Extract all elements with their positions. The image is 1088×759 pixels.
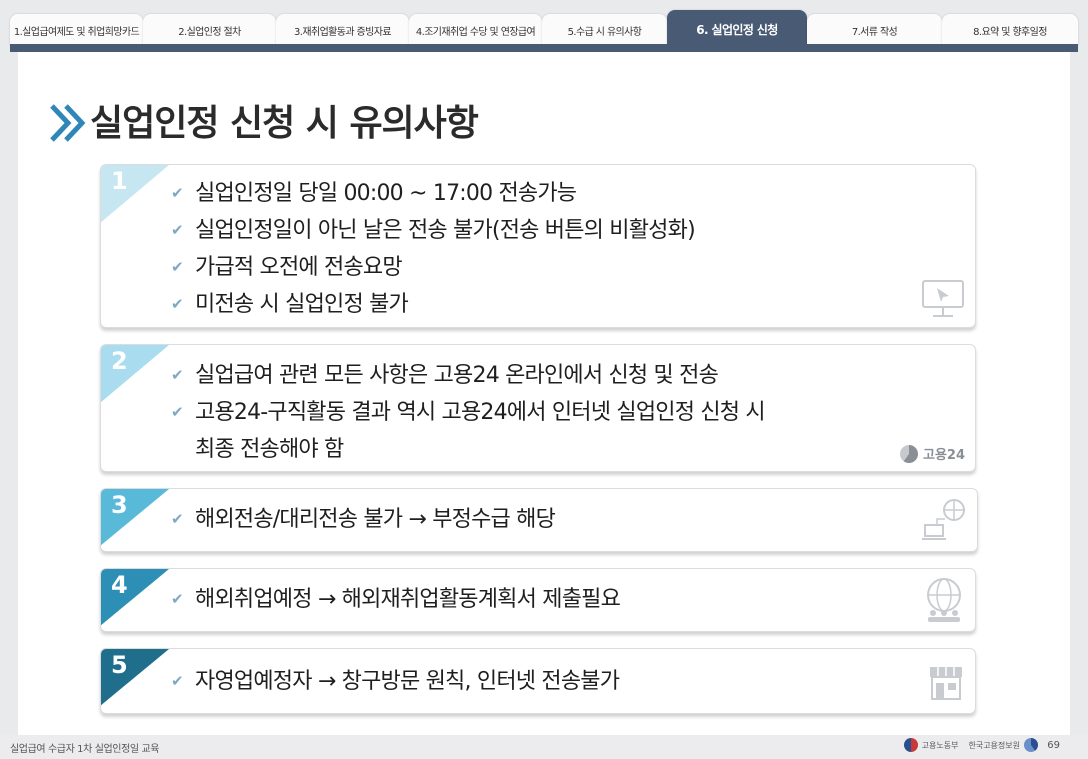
ministry-logo-icon xyxy=(903,738,918,752)
card-line-continuation: 최종 전송해야 함 xyxy=(195,437,344,462)
monitor-icon xyxy=(922,280,964,317)
footer-logos: 고용노동부 한국고용정보원 xyxy=(903,738,1038,752)
agency-logo: 한국고용정보원 xyxy=(968,738,1038,752)
tab-underline xyxy=(10,44,1078,52)
tab-apply[interactable]: 6. 실업인정 신청 xyxy=(667,10,807,48)
agency-logo-icon xyxy=(1024,738,1038,752)
tab-summary[interactable]: 8.요약 및 향후일정 xyxy=(942,14,1078,46)
card-line: ✔ 해외전송/대리전송 불가 → 부정수급 해당 xyxy=(171,501,556,538)
slide-body: 실업인정 신청 시 유의사항 1 ✔ 실업인정일 당일 00:00 ~ 17:00… xyxy=(18,52,1070,735)
laptop-globe-icon xyxy=(922,499,965,540)
page-number: 69 xyxy=(1047,740,1060,751)
tab-cautions[interactable]: 5.수급 시 유의사항 xyxy=(542,14,667,46)
slide-footer: 실업급여 수급자 1차 실업인정일 교육 고용노동부 한국고용정보원 69 xyxy=(0,735,1088,759)
check-icon: ✔ xyxy=(171,403,184,421)
check-icon: ✔ xyxy=(171,221,184,239)
card-number: 1 xyxy=(111,167,128,195)
card-line: ✔ 고용24-구직활동 결과 역시 고용24에서 인터넷 실업인정 신청 시 xyxy=(171,394,766,431)
tab-early-allowance[interactable]: 4.조기재취업 수당 및 연장급여 xyxy=(409,14,542,46)
note-card-1: 1 ✔ 실업인정일 당일 00:00 ~ 17:00 전송가능 ✔ 실업인정일이 아… xyxy=(100,164,976,328)
check-icon: ✔ xyxy=(171,366,184,384)
card-line: ✔ 해외취업예정 → 해외재취업활동계획서 제출필요 xyxy=(171,581,621,618)
note-card-4: 4 ✔ 해외취업예정 → 해외재취업활동계획서 제출필요 xyxy=(100,568,976,632)
tab-reemployment[interactable]: 3.재취업활동과 증빙자료 xyxy=(276,14,409,46)
card-line: ✔ 가급적 오전에 전송요망 xyxy=(171,249,695,286)
tab-procedure[interactable]: 2.실업인정 절차 xyxy=(143,14,276,46)
card-number: 4 xyxy=(111,571,128,599)
check-icon: ✔ xyxy=(171,184,184,202)
card-line: ✔ 자영업예정자 → 창구방문 원칙, 인터넷 전송불가 xyxy=(171,663,620,700)
check-icon: ✔ xyxy=(171,590,184,608)
globe-people-icon xyxy=(927,578,961,622)
card-line: ✔ 실업급여 관련 모든 사항은 고용24 온라인에서 신청 및 전송 xyxy=(171,357,765,394)
check-icon: ✔ xyxy=(171,510,184,528)
footer-title: 실업급여 수급자 1차 실업인정일 교육 xyxy=(10,744,160,755)
card-line: ✔ 실업인정일 당일 00:00 ~ 17:00 전송가능 xyxy=(171,175,695,212)
note-card-3: 3 ✔ 해외전송/대리전송 불가 → 부정수급 해당 xyxy=(100,488,978,552)
check-icon: ✔ xyxy=(171,295,184,313)
tab-documents[interactable]: 7.서류 작성 xyxy=(807,14,942,46)
tab-system[interactable]: 1.실업급여제도 및 취업희망카드 xyxy=(10,14,143,46)
card-number: 3 xyxy=(111,491,128,519)
ministry-logo: 고용노동부 xyxy=(903,738,958,752)
card-line: ✔ 미전송 시 실업인정 불가 xyxy=(171,286,695,323)
note-card-5: 5 ✔ 자영업예정자 → 창구방문 원칙, 인터넷 전송불가 xyxy=(100,648,976,714)
tab-strip: 1.실업급여제도 및 취업희망카드 2.실업인정 절차 3.재취업활동과 증빙자… xyxy=(10,10,1078,48)
card-number: 2 xyxy=(111,347,128,375)
goyong24-logo-icon xyxy=(899,444,918,463)
page-title: 실업인정 신청 시 유의사항 xyxy=(90,103,479,144)
note-card-2: 2 ✔ 실업급여 관련 모든 사항은 고용24 온라인에서 신청 및 전송 ✔ 고용… xyxy=(100,344,976,472)
store-icon xyxy=(930,667,962,700)
card-number: 5 xyxy=(111,651,128,679)
check-icon: ✔ xyxy=(171,258,184,276)
goyong24-logo: 고용24 xyxy=(899,444,965,463)
card-line: ✔ 실업인정일이 아닌 날은 전송 불가(전송 버튼의 비활성화) xyxy=(171,212,696,249)
check-icon: ✔ xyxy=(171,672,184,690)
